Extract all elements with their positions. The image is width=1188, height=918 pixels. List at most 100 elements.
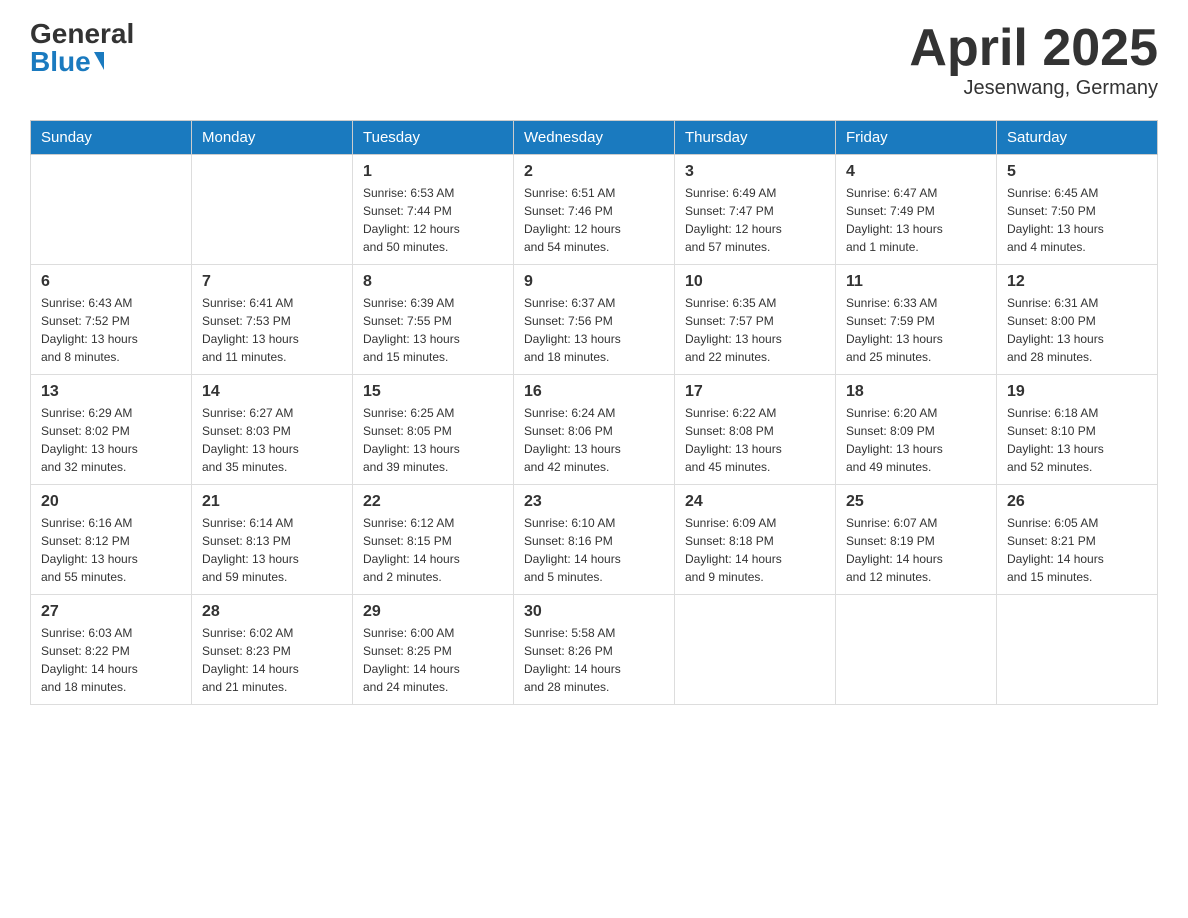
- day-info: Sunrise: 6:12 AMSunset: 8:15 PMDaylight:…: [363, 514, 503, 586]
- day-info: Sunrise: 5:58 AMSunset: 8:26 PMDaylight:…: [524, 624, 664, 696]
- calendar-week-row-1: 1Sunrise: 6:53 AMSunset: 7:44 PMDaylight…: [31, 155, 1158, 265]
- day-number: 18: [846, 383, 986, 401]
- calendar-week-row-5: 27 Sunrise: 6:03 AMSunset: 8:22 PMDayligh…: [31, 595, 1158, 705]
- title-area: April 2025 Jesenwang, Germany: [909, 20, 1158, 100]
- calendar-cell: 23 Sunrise: 6:10 AMSunset: 8:16 PMDayligh…: [514, 485, 675, 595]
- calendar-cell: 6 Sunrise: 6:43 AMSunset: 7:52 PMDaylight…: [31, 265, 192, 375]
- header-monday: Monday: [192, 121, 353, 155]
- day-number: 2: [524, 163, 664, 181]
- calendar-cell: [997, 595, 1158, 705]
- logo-blue-text: Blue: [30, 48, 104, 76]
- calendar-cell: 27 Sunrise: 6:03 AMSunset: 8:22 PMDayligh…: [31, 595, 192, 705]
- day-info: Sunrise: 6:24 AMSunset: 8:06 PMDaylight:…: [524, 404, 664, 476]
- calendar-cell: 25Sunrise: 6:07 AMSunset: 8:19 PMDayligh…: [836, 485, 997, 595]
- day-number: 6: [41, 273, 181, 291]
- calendar-cell: 14 Sunrise: 6:27 AMSunset: 8:03 PMDayligh…: [192, 375, 353, 485]
- weekday-header-row: Sunday Monday Tuesday Wednesday Thursday…: [31, 121, 1158, 155]
- calendar-week-row-3: 13Sunrise: 6:29 AMSunset: 8:02 PMDayligh…: [31, 375, 1158, 485]
- day-number: 5: [1007, 163, 1147, 181]
- calendar-cell: 24 Sunrise: 6:09 AMSunset: 8:18 PMDayligh…: [675, 485, 836, 595]
- calendar-table: Sunday Monday Tuesday Wednesday Thursday…: [30, 120, 1158, 705]
- day-number: 30: [524, 603, 664, 621]
- calendar-cell: 16 Sunrise: 6:24 AMSunset: 8:06 PMDayligh…: [514, 375, 675, 485]
- day-number: 27: [41, 603, 181, 621]
- day-number: 15: [363, 383, 503, 401]
- header-friday: Friday: [836, 121, 997, 155]
- day-info: Sunrise: 6:18 AMSunset: 8:10 PMDaylight:…: [1007, 404, 1147, 476]
- day-info: Sunrise: 6:03 AMSunset: 8:22 PMDaylight:…: [41, 624, 181, 696]
- day-info: Sunrise: 6:31 AMSunset: 8:00 PMDaylight:…: [1007, 294, 1147, 366]
- calendar-cell: [31, 155, 192, 265]
- calendar-week-row-2: 6 Sunrise: 6:43 AMSunset: 7:52 PMDaylight…: [31, 265, 1158, 375]
- day-number: 24: [685, 493, 825, 511]
- header-sunday: Sunday: [31, 121, 192, 155]
- day-info: Sunrise: 6:16 AMSunset: 8:12 PMDaylight:…: [41, 514, 181, 586]
- day-number: 9: [524, 273, 664, 291]
- day-number: 22: [363, 493, 503, 511]
- calendar-cell: 29Sunrise: 6:00 AMSunset: 8:25 PMDayligh…: [353, 595, 514, 705]
- calendar-cell: 17Sunrise: 6:22 AMSunset: 8:08 PMDayligh…: [675, 375, 836, 485]
- day-info: Sunrise: 6:20 AMSunset: 8:09 PMDaylight:…: [846, 404, 986, 476]
- calendar-cell: 9 Sunrise: 6:37 AMSunset: 7:56 PMDaylight…: [514, 265, 675, 375]
- day-info: Sunrise: 6:39 AMSunset: 7:55 PMDaylight:…: [363, 294, 503, 366]
- day-number: 16: [524, 383, 664, 401]
- day-info: Sunrise: 6:49 AMSunset: 7:47 PMDaylight:…: [685, 184, 825, 256]
- calendar-cell: 28 Sunrise: 6:02 AMSunset: 8:23 PMDayligh…: [192, 595, 353, 705]
- calendar-cell: 8 Sunrise: 6:39 AMSunset: 7:55 PMDaylight…: [353, 265, 514, 375]
- calendar-cell: [675, 595, 836, 705]
- header-wednesday: Wednesday: [514, 121, 675, 155]
- calendar-cell: 2 Sunrise: 6:51 AMSunset: 7:46 PMDaylight…: [514, 155, 675, 265]
- logo-triangle-icon: [94, 52, 104, 70]
- calendar-cell: 3 Sunrise: 6:49 AMSunset: 7:47 PMDaylight…: [675, 155, 836, 265]
- day-info: Sunrise: 6:14 AMSunset: 8:13 PMDaylight:…: [202, 514, 342, 586]
- day-number: 7: [202, 273, 342, 291]
- day-info: Sunrise: 6:51 AMSunset: 7:46 PMDaylight:…: [524, 184, 664, 256]
- day-info: Sunrise: 6:27 AMSunset: 8:03 PMDaylight:…: [202, 404, 342, 476]
- header-saturday: Saturday: [997, 121, 1158, 155]
- day-number: 28: [202, 603, 342, 621]
- calendar-cell: 12 Sunrise: 6:31 AMSunset: 8:00 PMDayligh…: [997, 265, 1158, 375]
- location-title: Jesenwang, Germany: [909, 77, 1158, 100]
- day-number: 11: [846, 273, 986, 291]
- day-number: 14: [202, 383, 342, 401]
- day-number: 3: [685, 163, 825, 181]
- day-info: Sunrise: 6:41 AMSunset: 7:53 PMDaylight:…: [202, 294, 342, 366]
- day-number: 23: [524, 493, 664, 511]
- day-number: 12: [1007, 273, 1147, 291]
- month-title: April 2025: [909, 20, 1158, 77]
- calendar-cell: 1Sunrise: 6:53 AMSunset: 7:44 PMDaylight…: [353, 155, 514, 265]
- day-number: 26: [1007, 493, 1147, 511]
- header-tuesday: Tuesday: [353, 121, 514, 155]
- day-info: Sunrise: 6:45 AMSunset: 7:50 PMDaylight:…: [1007, 184, 1147, 256]
- day-info: Sunrise: 6:33 AMSunset: 7:59 PMDaylight:…: [846, 294, 986, 366]
- day-number: 20: [41, 493, 181, 511]
- calendar-cell: [836, 595, 997, 705]
- calendar-cell: 5 Sunrise: 6:45 AMSunset: 7:50 PMDaylight…: [997, 155, 1158, 265]
- logo: General Blue: [30, 20, 134, 76]
- calendar-cell: 7 Sunrise: 6:41 AMSunset: 7:53 PMDaylight…: [192, 265, 353, 375]
- calendar-cell: 4 Sunrise: 6:47 AMSunset: 7:49 PMDaylight…: [836, 155, 997, 265]
- day-info: Sunrise: 6:00 AMSunset: 8:25 PMDaylight:…: [363, 624, 503, 696]
- calendar-cell: [192, 155, 353, 265]
- page-header: General Blue April 2025 Jesenwang, Germa…: [30, 20, 1158, 100]
- day-info: Sunrise: 6:09 AMSunset: 8:18 PMDaylight:…: [685, 514, 825, 586]
- day-number: 4: [846, 163, 986, 181]
- day-info: Sunrise: 6:10 AMSunset: 8:16 PMDaylight:…: [524, 514, 664, 586]
- day-info: Sunrise: 6:07 AMSunset: 8:19 PMDaylight:…: [846, 514, 986, 586]
- header-thursday: Thursday: [675, 121, 836, 155]
- calendar-cell: 18 Sunrise: 6:20 AMSunset: 8:09 PMDayligh…: [836, 375, 997, 485]
- logo-general-text: General: [30, 20, 134, 48]
- day-info: Sunrise: 6:43 AMSunset: 7:52 PMDaylight:…: [41, 294, 181, 366]
- calendar-cell: 11 Sunrise: 6:33 AMSunset: 7:59 PMDayligh…: [836, 265, 997, 375]
- day-info: Sunrise: 6:05 AMSunset: 8:21 PMDaylight:…: [1007, 514, 1147, 586]
- day-info: Sunrise: 6:37 AMSunset: 7:56 PMDaylight:…: [524, 294, 664, 366]
- day-number: 19: [1007, 383, 1147, 401]
- day-info: Sunrise: 6:02 AMSunset: 8:23 PMDaylight:…: [202, 624, 342, 696]
- day-info: Sunrise: 6:29 AMSunset: 8:02 PMDaylight:…: [41, 404, 181, 476]
- day-info: Sunrise: 6:47 AMSunset: 7:49 PMDaylight:…: [846, 184, 986, 256]
- day-number: 8: [363, 273, 503, 291]
- day-info: Sunrise: 6:53 AMSunset: 7:44 PMDaylight:…: [363, 184, 503, 256]
- day-number: 21: [202, 493, 342, 511]
- day-info: Sunrise: 6:35 AMSunset: 7:57 PMDaylight:…: [685, 294, 825, 366]
- day-info: Sunrise: 6:22 AMSunset: 8:08 PMDaylight:…: [685, 404, 825, 476]
